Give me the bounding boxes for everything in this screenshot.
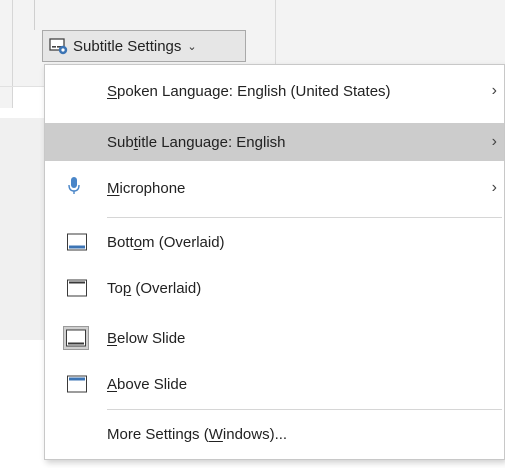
menu-divider (107, 217, 502, 218)
chevron-right-icon: › (491, 133, 497, 150)
menu-item-label: Top (Overlaid) (107, 279, 202, 297)
menu-item-label: More Settings (Windows)... (107, 425, 288, 443)
menu-item-bottom-overlaid[interactable]: Bottom (Overlaid) (45, 223, 504, 261)
ribbon-separator (275, 0, 276, 70)
chevron-right-icon: › (491, 179, 497, 196)
menu-item-more-settings[interactable]: More Settings (Windows)... (45, 415, 504, 453)
ribbon-left-edge (0, 0, 13, 108)
subtitle-settings-icon (49, 37, 69, 55)
menu-item-below-slide[interactable]: Below Slide (45, 319, 504, 357)
chevron-down-icon: ⌄ (187, 40, 197, 53)
slide-pane-background (0, 118, 45, 340)
subtitle-settings-button[interactable]: Subtitle Settings ⌄ (42, 30, 246, 62)
menu-divider (107, 409, 502, 410)
position-top-icon (67, 279, 87, 297)
menu-item-above-slide[interactable]: Above Slide (45, 365, 504, 403)
menu-item-label: Spoken Language: English (United States) (107, 82, 391, 100)
menu-item-label: Subtitle Language: English (107, 133, 286, 151)
menu-item-label: Microphone (107, 179, 186, 197)
ribbon-separator (34, 0, 35, 30)
subtitle-settings-label: Subtitle Settings (73, 37, 182, 55)
menu-item-label: Below Slide (107, 329, 186, 347)
position-above-icon (67, 375, 87, 393)
menu-item-spoken-language[interactable]: Spoken Language: English (United States)… (45, 73, 504, 109)
menu-item-microphone[interactable]: Microphone › (45, 169, 504, 207)
subtitle-settings-menu: Spoken Language: English (United States)… (44, 64, 505, 460)
chevron-right-icon: › (491, 82, 497, 99)
menu-item-label: Above Slide (107, 375, 188, 393)
position-bottom-icon (67, 233, 87, 251)
microphone-icon (67, 176, 81, 200)
menu-item-top-overlaid[interactable]: Top (Overlaid) (45, 269, 504, 307)
position-below-icon (66, 329, 86, 347)
menu-item-subtitle-language[interactable]: Subtitle Language: English › (45, 123, 504, 161)
menu-item-label: Bottom (Overlaid) (107, 233, 225, 251)
